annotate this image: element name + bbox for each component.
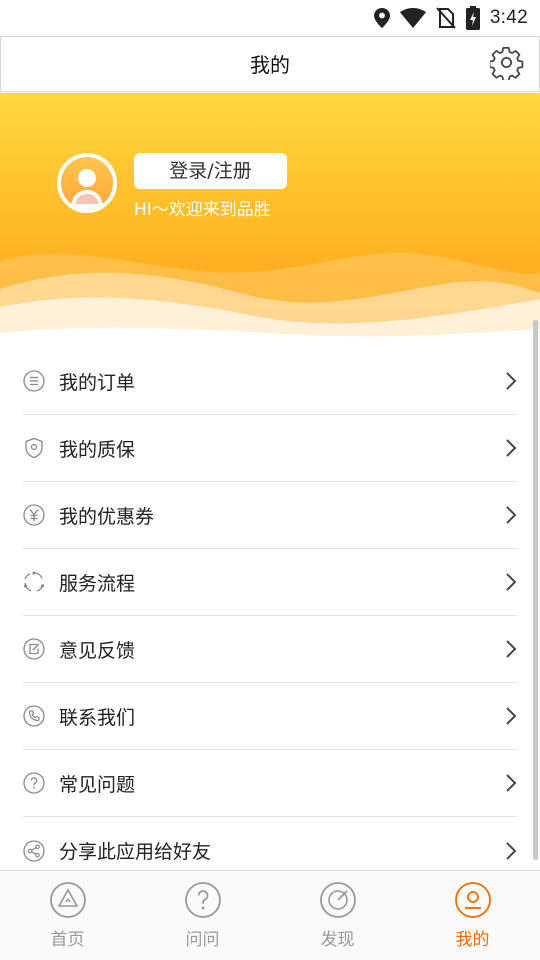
menu-item-label: 我的订单 (59, 371, 136, 394)
chevron-right-icon (505, 371, 517, 391)
gear-icon (488, 46, 524, 84)
battery-charging-icon (465, 6, 480, 30)
menu-item-label: 我的优惠券 (59, 505, 155, 528)
question-circle-icon (184, 881, 222, 919)
profile-banner: 登录/注册 HI～欢迎来到品胜 (0, 93, 540, 345)
process-cycle-icon (23, 571, 45, 593)
wifi-icon (399, 8, 426, 28)
nav-tab-label: 问问 (185, 930, 220, 950)
menu-item-label: 常见问题 (59, 773, 136, 796)
status-icons: 3:42 (373, 6, 528, 30)
settings-button[interactable] (488, 46, 525, 84)
shield-icon (23, 437, 45, 459)
chevron-right-icon (505, 706, 517, 726)
menu-item-label: 意见反馈 (59, 639, 136, 662)
phone-icon (23, 705, 45, 727)
home-triangle-icon (49, 881, 87, 919)
menu-item-label: 我的质保 (59, 438, 136, 461)
nav-tab-label: 首页 (50, 930, 85, 950)
menu-item-label: 联系我们 (59, 706, 136, 729)
menu-item-my-coupons[interactable]: 我的优惠券 (23, 482, 517, 549)
nav-tab-discover[interactable]: 发现 (270, 871, 405, 960)
status-bar: 3:42 (0, 0, 540, 36)
menu-item-feedback[interactable]: 意见反馈 (23, 616, 517, 683)
bottom-nav: 首页 问问 发现 我的 (0, 870, 540, 960)
question-icon (23, 772, 45, 794)
menu-item-faq[interactable]: 常见问题 (23, 750, 517, 817)
avatar[interactable] (57, 153, 117, 213)
nav-tab-ask[interactable]: 问问 (135, 871, 270, 960)
chevron-right-icon (505, 438, 517, 458)
chevron-right-icon (505, 505, 517, 525)
status-time: 3:42 (489, 7, 528, 28)
chevron-right-icon (505, 773, 517, 793)
page-title: 我的 (250, 53, 290, 77)
menu-item-label: 分享此应用给好友 (59, 841, 212, 863)
menu-item-label: 服务流程 (59, 572, 136, 595)
profile-icon (454, 881, 492, 919)
menu-item-contact-us[interactable]: 联系我们 (23, 683, 517, 750)
chevron-right-icon (505, 841, 517, 861)
nav-tab-label: 我的 (455, 930, 490, 950)
menu-list: 我的订单 我的质保 我的优惠券 服务流程 意见反馈 联系我们 常见问题 分享此应… (0, 348, 540, 884)
scrollbar[interactable] (533, 320, 538, 860)
login-register-button[interactable]: 登录/注册 (134, 153, 287, 189)
chevron-right-icon (505, 639, 517, 659)
nav-tab-home[interactable]: 首页 (0, 871, 135, 960)
menu-item-my-warranty[interactable]: 我的质保 (23, 415, 517, 482)
nav-tab-mine[interactable]: 我的 (405, 871, 540, 960)
chevron-right-icon (505, 572, 517, 592)
yen-coupon-icon (23, 504, 45, 526)
order-list-icon (23, 370, 45, 392)
location-icon (373, 8, 390, 28)
menu-item-service-process[interactable]: 服务流程 (23, 549, 517, 616)
user-avatar-icon (61, 157, 113, 209)
share-icon (23, 839, 45, 862)
menu-item-my-orders[interactable]: 我的订单 (23, 348, 517, 415)
discover-compass-icon (319, 881, 357, 919)
nav-tab-label: 发现 (320, 930, 355, 950)
edit-feedback-icon (23, 638, 45, 660)
header: 我的 (0, 36, 540, 92)
welcome-text: HI～欢迎来到品胜 (134, 200, 271, 220)
no-sim-icon (436, 7, 456, 29)
